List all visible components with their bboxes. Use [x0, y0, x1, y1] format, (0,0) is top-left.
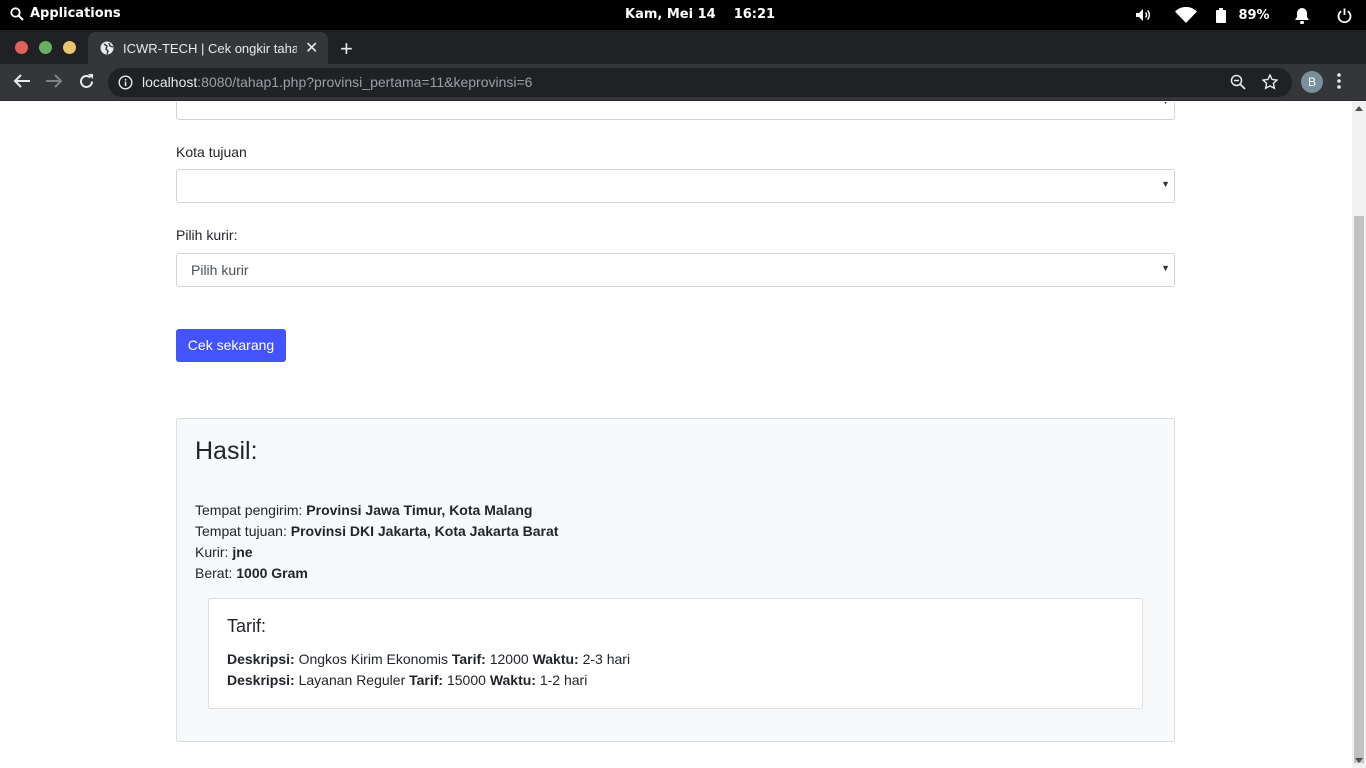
cek-sekarang-button[interactable]: Cek sekarang — [176, 329, 286, 362]
back-arrow-icon[interactable] — [13, 73, 31, 89]
tab-strip: ICWR-TECH | Cek ongkir tahap ✕ + — [0, 30, 1366, 64]
browser-tab[interactable]: ICWR-TECH | Cek ongkir tahap ✕ — [88, 32, 328, 64]
chevron-down-icon: ▼ — [1161, 179, 1170, 189]
wifi-icon[interactable] — [1172, 0, 1200, 30]
bookmark-star-icon[interactable] — [1262, 74, 1278, 90]
tarif-label: Tarif: — [409, 672, 444, 688]
kota-tujuan-label: Kota tujuan — [176, 144, 247, 160]
kurir-label: Pilih kurir: — [176, 227, 238, 243]
pengirim-label: Tempat pengirim: — [195, 502, 303, 518]
zoom-out-icon[interactable] — [1230, 74, 1246, 90]
tarif-value: 12000 — [489, 651, 529, 667]
applications-menu[interactable]: Applications — [10, 6, 121, 21]
tujuan-label: Tempat tujuan: — [195, 523, 287, 539]
page-viewport: ▼ Kota tujuan ▼ Pilih kurir: Pilih kurir… — [0, 102, 1352, 768]
reload-icon[interactable] — [78, 73, 95, 90]
applications-label: Applications — [30, 6, 121, 21]
tarif-row: Deskripsi: Layanan Reguler Tarif: 15000 … — [227, 670, 630, 691]
kota-asal-select[interactable]: ▼ — [176, 102, 1175, 120]
deskripsi-value: Layanan Reguler — [298, 672, 406, 688]
waktu-value: 1-2 hari — [539, 672, 588, 688]
tarif-row: Deskripsi: Ongkos Kirim Ekonomis Tarif: … — [227, 649, 630, 670]
kurir-result-label: Kurir: — [195, 544, 229, 560]
url-text: localhost:8080/tahap1.php?provinsi_perta… — [142, 74, 532, 90]
tarif-label: Tarif: — [451, 651, 486, 667]
battery-icon[interactable] — [1214, 0, 1228, 30]
deskripsi-label: Deskripsi: — [227, 672, 295, 688]
scroll-down-arrow-icon[interactable] — [1355, 758, 1363, 763]
waktu-value: 2-3 hari — [582, 651, 631, 667]
clock[interactable]: Kam, Mei 14 16:21 — [625, 7, 775, 22]
tarif-value: 15000 — [446, 672, 486, 688]
tarif-list: Deskripsi: Ongkos Kirim Ekonomis Tarif: … — [227, 649, 630, 691]
more-menu-icon[interactable] — [1337, 73, 1341, 89]
berat-line: Berat: 1000 Gram — [195, 563, 558, 584]
browser-toolbar: localhost:8080/tahap1.php?provinsi_perta… — [0, 64, 1366, 101]
berat-label: Berat: — [195, 565, 233, 581]
window-close-button[interactable] — [15, 41, 28, 54]
volume-icon[interactable] — [1128, 0, 1158, 30]
profile-avatar[interactable]: B — [1301, 71, 1323, 93]
berat-value: 1000 Gram — [236, 565, 308, 581]
new-tab-button[interactable]: + — [340, 36, 353, 62]
kota-tujuan-select[interactable]: ▼ — [176, 169, 1175, 203]
waktu-label: Waktu: — [532, 651, 579, 667]
tujuan-value: Provinsi DKI Jakarta, Kota Jakarta Barat — [290, 523, 559, 539]
url-host: localhost — [142, 74, 198, 90]
scrollbar-thumb[interactable] — [1354, 216, 1364, 763]
tarif-card: Tarif: Deskripsi: Ongkos Kirim Ekonomis … — [208, 598, 1143, 709]
tarif-heading: Tarif: — [227, 616, 267, 636]
chevron-down-icon: ▼ — [1161, 102, 1170, 106]
kurir-select-value: Pilih kurir — [191, 262, 249, 278]
pengirim-value: Provinsi Jawa Timur, Kota Malang — [306, 502, 533, 518]
scroll-up-arrow-icon[interactable] — [1355, 106, 1363, 111]
globe-icon — [100, 41, 114, 55]
tab-close-icon[interactable]: ✕ — [305, 38, 318, 58]
kurir-result-value: jne — [232, 544, 253, 560]
pengirim-line: Tempat pengirim: Provinsi Jawa Timur, Ko… — [195, 500, 558, 521]
page-scrollbar[interactable] — [1352, 102, 1366, 768]
date-text: Kam, Mei 14 — [625, 7, 716, 22]
chevron-down-icon: ▼ — [1161, 263, 1170, 273]
kurir-line: Kurir: jne — [195, 542, 558, 563]
power-icon[interactable] — [1330, 0, 1358, 30]
forward-arrow-icon[interactable] — [45, 73, 63, 89]
time-text: 16:21 — [733, 7, 776, 22]
result-heading: Hasil: — [195, 437, 258, 465]
shipment-details: Tempat pengirim: Provinsi Jawa Timur, Ko… — [195, 500, 558, 584]
deskripsi-label: Deskripsi: — [227, 651, 295, 667]
system-top-bar: Applications Kam, Mei 14 16:21 89% — [0, 0, 1366, 30]
search-icon — [10, 6, 24, 21]
window-maximize-button[interactable] — [39, 41, 52, 54]
kurir-select[interactable]: Pilih kurir ▼ — [176, 253, 1175, 287]
info-icon[interactable] — [118, 75, 133, 90]
notification-bell-icon[interactable] — [1288, 0, 1316, 30]
tujuan-line: Tempat tujuan: Provinsi DKI Jakarta, Kot… — [195, 521, 558, 542]
deskripsi-value: Ongkos Kirim Ekonomis — [298, 651, 448, 667]
battery-percent: 89% — [1238, 7, 1270, 23]
waktu-label: Waktu: — [489, 672, 536, 688]
result-panel: Hasil: Tempat pengirim: Provinsi Jawa Ti… — [176, 418, 1175, 742]
tab-title: ICWR-TECH | Cek ongkir tahap — [123, 40, 297, 56]
window-minimize-button[interactable] — [63, 41, 76, 54]
url-path: :8080/tahap1.php?provinsi_pertama=11&kep… — [197, 74, 533, 90]
address-bar[interactable]: localhost:8080/tahap1.php?provinsi_perta… — [108, 68, 1292, 97]
